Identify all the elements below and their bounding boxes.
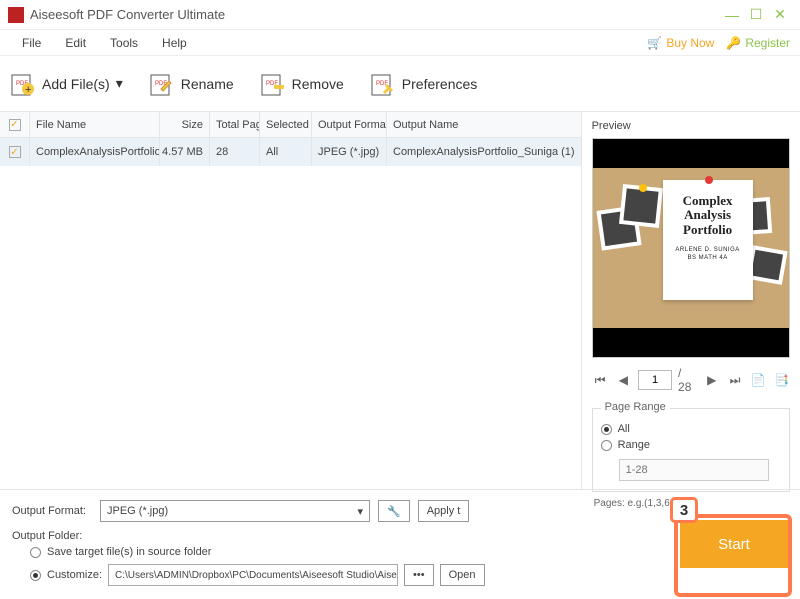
menu-edit[interactable]: Edit: [53, 32, 98, 54]
preferences-button[interactable]: PDF Preferences: [370, 71, 477, 97]
output-format-select[interactable]: JPEG (*.jpg) ▾: [100, 500, 370, 522]
toolbar: PDF+ Add File(s) ▾ PDF Rename PDF Remove…: [0, 56, 800, 112]
wrench-icon: 🔧: [387, 505, 401, 518]
pager: ⏮ ◀ / 28 ▶ ⏭ 📄 📑: [592, 366, 790, 394]
output-format-label: Output Format:: [12, 505, 92, 517]
prev-page-button[interactable]: ◀: [615, 373, 632, 387]
preview-title: Complex Analysis Portfolio: [669, 194, 747, 237]
page-range-fieldset: Page Range All Range: [592, 408, 790, 492]
range-custom-radio[interactable]: Range: [601, 439, 781, 451]
header-total[interactable]: Total Pag: [210, 112, 260, 137]
cell-outname: ComplexAnalysisPortfolio_Suniga (1): [387, 138, 581, 166]
register-link[interactable]: 🔑 Register: [726, 36, 790, 50]
start-label: Start: [718, 536, 750, 553]
customize-folder-radio[interactable]: Customize: C:\Users\ADMIN\Dropbox\PC\Doc…: [30, 564, 676, 586]
app-title: Aiseesoft PDF Converter Ultimate: [30, 7, 225, 22]
page-total: / 28: [678, 366, 697, 394]
radio-icon: [30, 547, 41, 558]
preferences-label: Preferences: [402, 76, 477, 92]
format-settings-button[interactable]: 🔧: [378, 500, 410, 522]
preview-panel: Preview Complex Analysis Portfolio ARLEN…: [582, 112, 800, 489]
header-selected[interactable]: Selected: [260, 112, 312, 137]
range-all-label: All: [618, 423, 630, 435]
apply-label: Apply t: [427, 505, 461, 517]
bottom-panel: Output Format: JPEG (*.jpg) ▾ 🔧 Apply t …: [0, 489, 800, 599]
titlebar: Aiseesoft PDF Converter Ultimate — ☐ ✕: [0, 0, 800, 30]
table-header: File Name Size Total Pag Selected Output…: [0, 112, 581, 138]
preferences-icon: PDF: [370, 71, 396, 97]
output-path-field[interactable]: C:\Users\ADMIN\Dropbox\PC\Documents\Aise…: [108, 564, 398, 586]
header-outname[interactable]: Output Name: [387, 112, 581, 137]
menu-help[interactable]: Help: [150, 32, 199, 54]
radio-icon: [601, 424, 612, 435]
callout-number: 3: [670, 497, 698, 523]
app-logo-icon: [8, 7, 24, 23]
snapshot-icon[interactable]: 📄: [750, 373, 767, 387]
table-row[interactable]: ComplexAnalysisPortfolio_S... 4.57 MB 28…: [0, 138, 581, 166]
browse-button[interactable]: •••: [404, 564, 434, 586]
customize-label: Customize:: [47, 569, 102, 581]
add-file-icon: PDF+: [10, 71, 36, 97]
maximize-button[interactable]: ☐: [744, 5, 768, 25]
buy-now-link[interactable]: 🛒 Buy Now: [647, 36, 714, 50]
preview-label: Preview: [592, 120, 790, 132]
remove-label: Remove: [292, 76, 344, 92]
cell-total: 28: [210, 138, 260, 166]
page-input[interactable]: [638, 370, 672, 390]
cell-size: 4.57 MB: [160, 138, 210, 166]
rename-button[interactable]: PDF Rename: [149, 71, 234, 97]
remove-button[interactable]: PDF Remove: [260, 71, 344, 97]
page-range-legend: Page Range: [601, 401, 670, 413]
menu-tools[interactable]: Tools: [98, 32, 150, 54]
header-size[interactable]: Size: [160, 112, 210, 137]
open-folder-button[interactable]: Open: [440, 564, 485, 586]
rename-icon: PDF: [149, 71, 175, 97]
export-page-icon[interactable]: 📑: [773, 373, 790, 387]
range-custom-label: Range: [618, 439, 650, 451]
range-all-radio[interactable]: All: [601, 423, 781, 435]
header-format[interactable]: Output Forma: [312, 112, 387, 137]
file-list-panel: File Name Size Total Pag Selected Output…: [0, 112, 582, 489]
rename-label: Rename: [181, 76, 234, 92]
last-page-button[interactable]: ⏭: [726, 373, 743, 388]
menubar: File Edit Tools Help 🛒 Buy Now 🔑 Registe…: [0, 30, 800, 56]
cell-format: JPEG (*.jpg): [312, 138, 387, 166]
open-label: Open: [449, 569, 476, 581]
buy-now-label: Buy Now: [666, 36, 714, 50]
add-file-label: Add File(s): [42, 76, 110, 92]
radio-icon: [601, 440, 612, 451]
cart-icon: 🛒: [647, 36, 662, 50]
save-source-label: Save target file(s) in source folder: [47, 546, 211, 558]
chevron-down-icon: ▾: [116, 75, 123, 92]
output-format-value: JPEG (*.jpg): [107, 505, 168, 517]
preview-box: Complex Analysis Portfolio ARLENE D. SUN…: [592, 138, 790, 358]
menu-file[interactable]: File: [10, 32, 53, 54]
row-checkbox[interactable]: [9, 146, 21, 158]
preview-subtitle: BS MATH 4A: [669, 255, 747, 261]
add-file-button[interactable]: PDF+ Add File(s) ▾: [10, 71, 123, 97]
select-all-checkbox[interactable]: [9, 119, 21, 131]
register-label: Register: [745, 36, 790, 50]
apply-to-all-button[interactable]: Apply t: [418, 500, 470, 522]
svg-text:+: +: [25, 84, 31, 96]
radio-icon: [30, 570, 41, 581]
cell-selected: All: [260, 138, 312, 166]
cell-filename: ComplexAnalysisPortfolio_S...: [30, 138, 160, 166]
output-folder-label: Output Folder:: [12, 530, 92, 542]
header-filename[interactable]: File Name: [30, 112, 160, 137]
save-source-radio[interactable]: Save target file(s) in source folder: [30, 546, 676, 558]
key-icon: 🔑: [726, 36, 741, 50]
minimize-button[interactable]: —: [720, 5, 744, 25]
first-page-button[interactable]: ⏮: [592, 373, 609, 388]
chevron-down-icon: ▾: [357, 505, 363, 518]
next-page-button[interactable]: ▶: [703, 373, 720, 387]
start-button[interactable]: Start: [680, 520, 788, 568]
preview-author: ARLENE D. SUNIGA: [669, 247, 747, 253]
start-zone: 3 Start: [680, 520, 788, 589]
close-button[interactable]: ✕: [768, 5, 792, 25]
remove-icon: PDF: [260, 71, 286, 97]
range-input[interactable]: [619, 459, 769, 481]
